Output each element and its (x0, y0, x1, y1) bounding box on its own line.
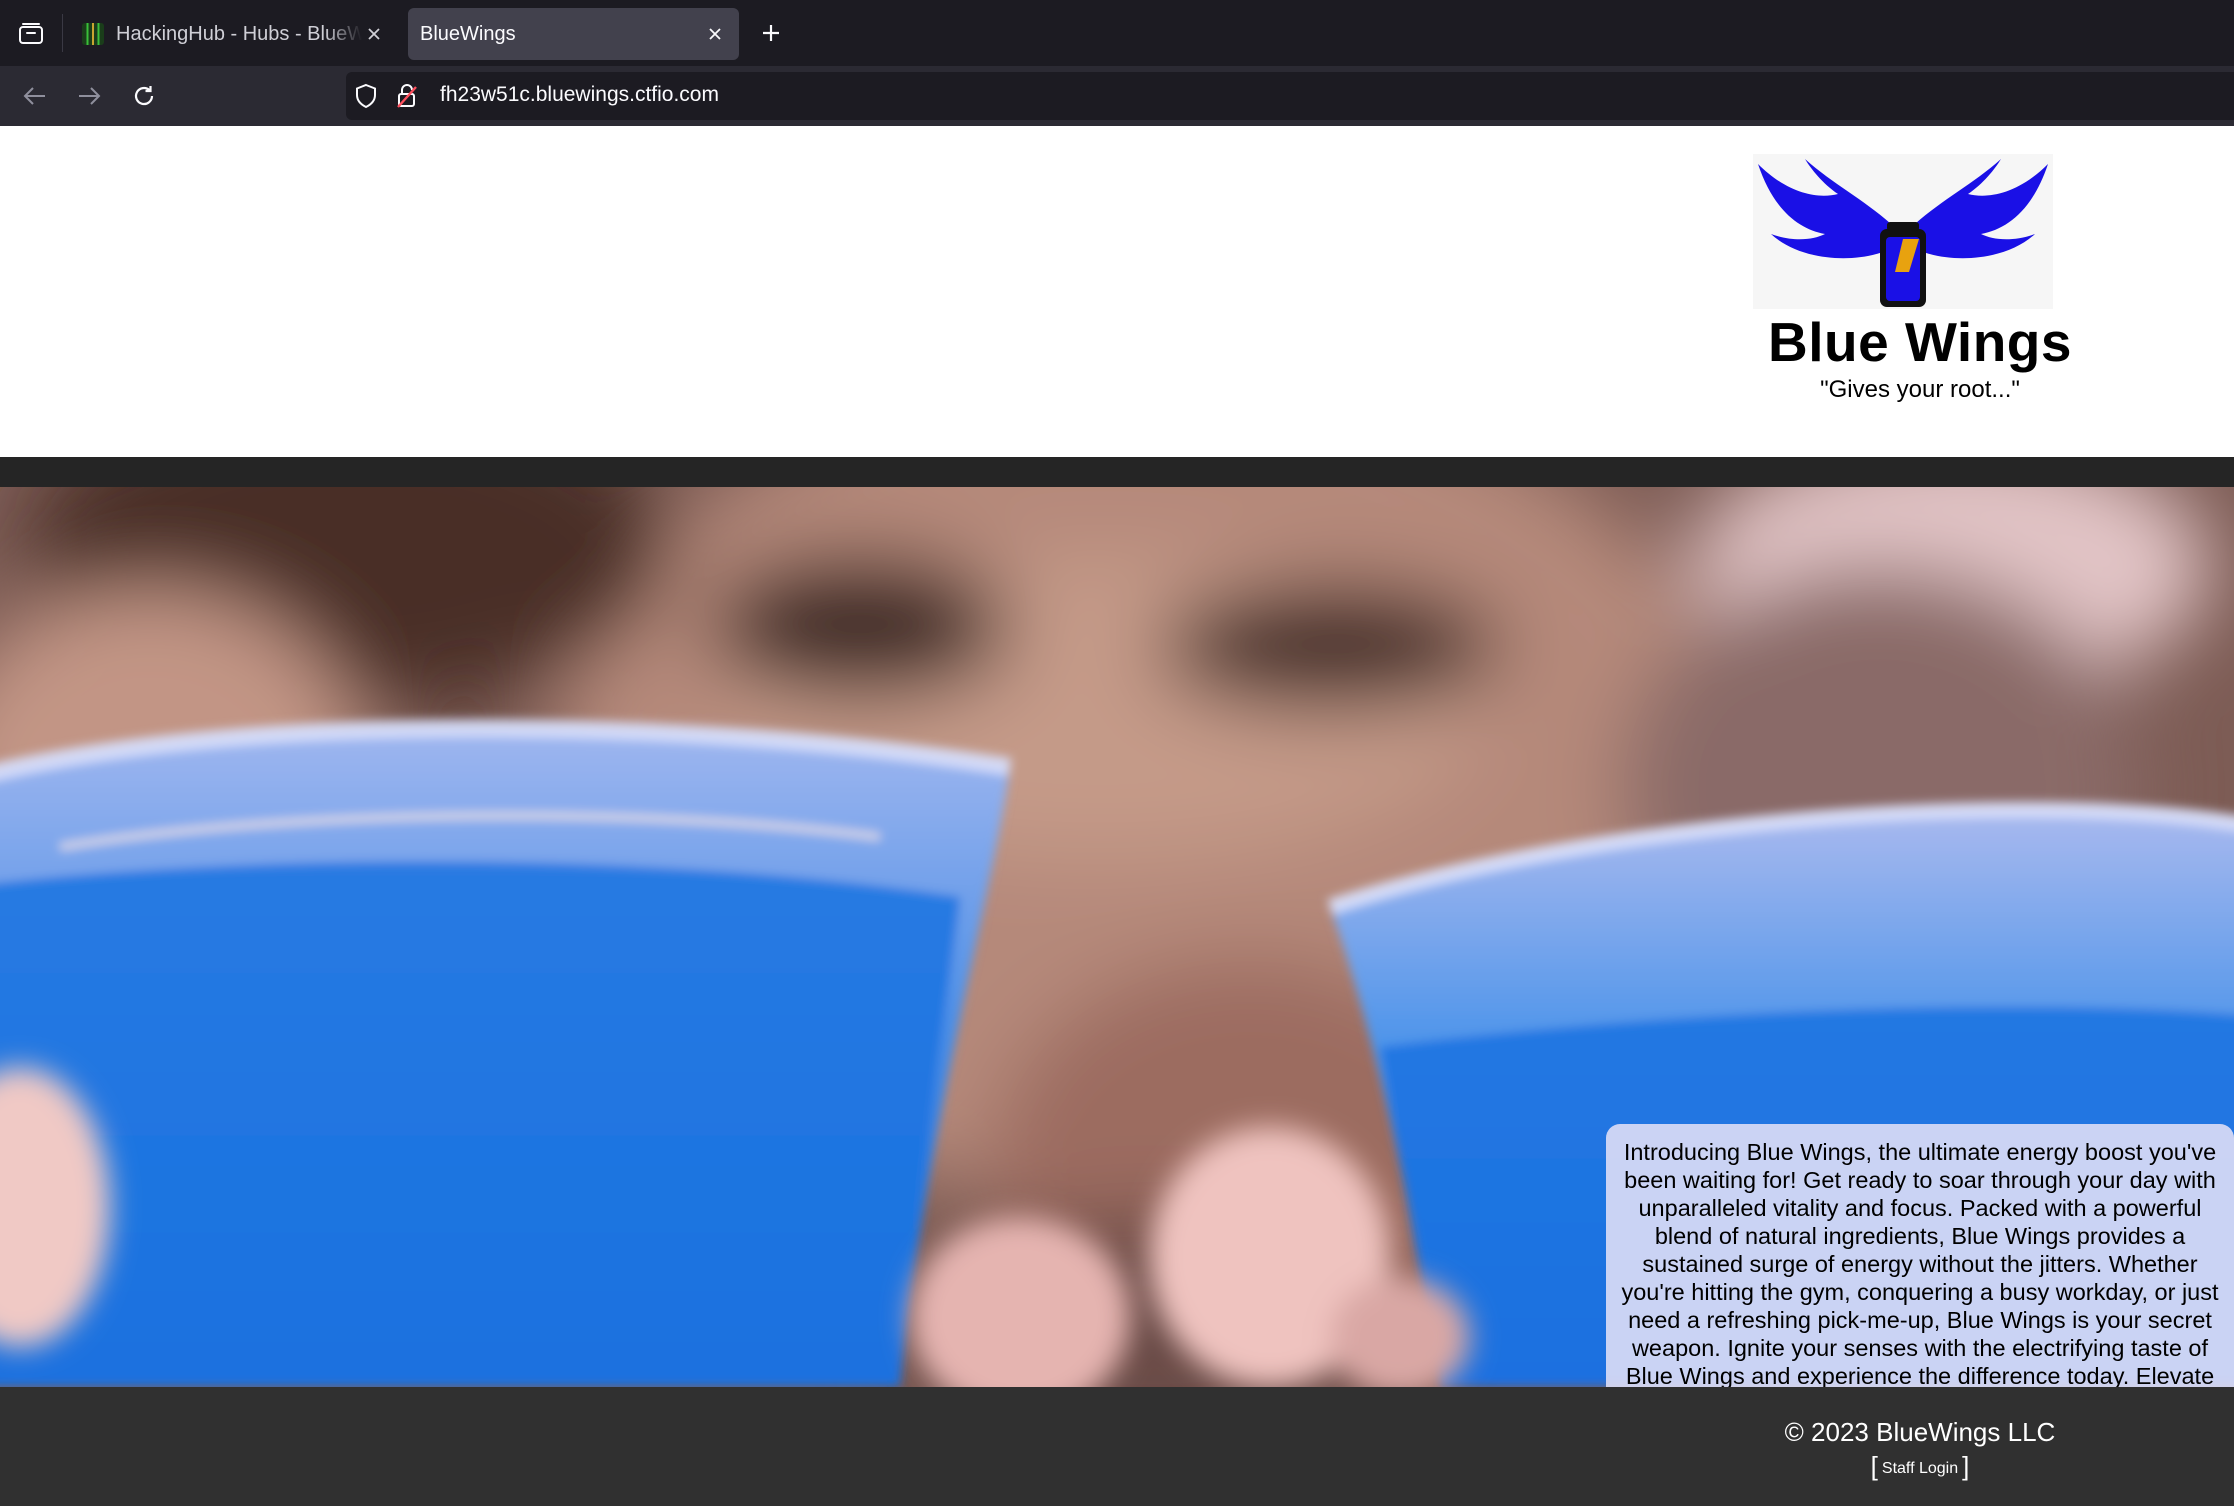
brand-tagline: "Gives your root..." (1820, 376, 2020, 403)
bracket-close: ] (1962, 1451, 1970, 1481)
tab-label: BlueWings (420, 22, 516, 45)
bracket-open: [ (1870, 1451, 1878, 1481)
reload-icon[interactable] (127, 79, 161, 113)
tab-label: HackingHub - Hubs - BlueWings (116, 22, 362, 45)
staff-login-line: [Staff Login] (1720, 1451, 2120, 1482)
site-footer: © 2023 BlueWings LLC [Staff Login] (0, 1387, 2234, 1506)
promo-text: Introducing Blue Wings, the ultimate ene… (1621, 1139, 2219, 1387)
insecure-lock-icon[interactable] (396, 83, 418, 114)
promo-text-box: Introducing Blue Wings, the ultimate ene… (1606, 1124, 2234, 1387)
brand-name: Blue Wings (1768, 311, 2072, 373)
tracking-protection-shield-icon[interactable] (354, 83, 378, 114)
url-text: fh23w51c.bluewings.ctfio.com (440, 83, 719, 106)
blue-wings-logo[interactable] (1753, 154, 2053, 309)
energy-can-icon (1880, 222, 1926, 307)
tab-bluewings[interactable]: BlueWings (408, 8, 739, 60)
forward-arrow-icon[interactable] (72, 79, 106, 113)
tab-separator (62, 14, 63, 52)
tab-hackinghub[interactable]: HackingHub - Hubs - BlueWings (70, 8, 398, 60)
address-bar[interactable]: fh23w51c.bluewings.ctfio.com (346, 72, 2234, 120)
browser-tab-bar: HackingHub - Hubs - BlueWings BlueWings (0, 0, 2234, 66)
close-tab-icon[interactable] (362, 22, 386, 46)
new-tab-icon[interactable] (754, 16, 788, 50)
close-tab-icon[interactable] (703, 22, 727, 46)
header-divider-band (0, 457, 2234, 487)
hero-banner: Introducing Blue Wings, the ultimate ene… (0, 487, 2234, 1387)
copyright-text: © 2023 BlueWings LLC (1784, 1417, 2056, 1447)
right-wing-icon (1915, 159, 2048, 259)
tab-overview-icon[interactable] (14, 16, 48, 50)
browser-nav-bar: fh23w51c.bluewings.ctfio.com (0, 66, 2234, 126)
left-wing-icon (1758, 159, 1891, 259)
back-arrow-icon[interactable] (18, 79, 52, 113)
hackinghub-favicon-icon (82, 23, 104, 45)
staff-login-link[interactable]: Staff Login (1882, 1460, 1958, 1477)
